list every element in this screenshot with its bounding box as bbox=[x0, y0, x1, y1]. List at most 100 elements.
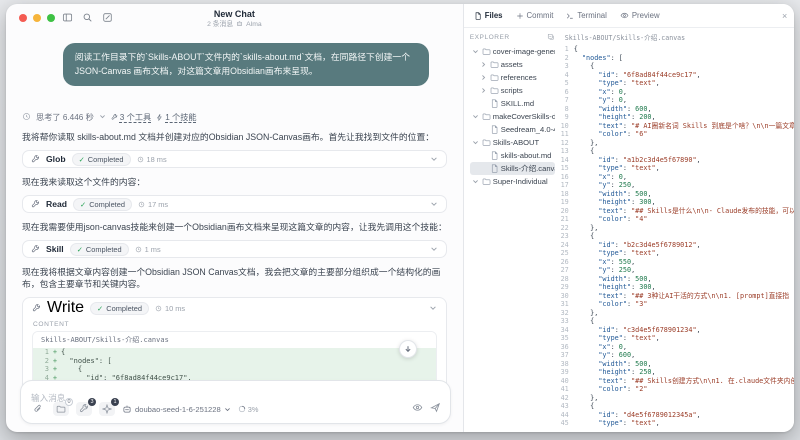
editor-line: 5 "type": "text", bbox=[564, 79, 660, 87]
files-icon bbox=[475, 11, 481, 20]
file-explorer: EXPLORER cover-image-generatorassetsrefe… bbox=[464, 28, 559, 432]
tree-folder-Super-Individual[interactable]: Super-Individual bbox=[470, 175, 555, 188]
folder-icon bbox=[482, 178, 491, 185]
message-composer[interactable]: 0 3 1 doubao-seed-1-6-251228 3% bbox=[20, 380, 451, 424]
close-panel-icon[interactable]: × bbox=[782, 11, 787, 21]
chevron-down-icon[interactable] bbox=[430, 245, 438, 253]
preview-eye-icon[interactable] bbox=[412, 400, 423, 418]
tab-preview[interactable]: Preview bbox=[620, 11, 660, 20]
editor-line: 27 "y": 250, bbox=[560, 266, 636, 274]
skills-button[interactable]: 1 bbox=[99, 398, 119, 416]
editor-line: 15 "type": "text", bbox=[560, 164, 660, 172]
tools-icon bbox=[80, 404, 88, 412]
editor-line: 38 "width": 500, bbox=[560, 359, 652, 368]
assistant-text: 现在我来读取这个文件的内容： bbox=[22, 177, 146, 187]
editor-line: 19 "height": 300, bbox=[560, 198, 656, 206]
editor-line: 31 "color": "3" bbox=[560, 300, 648, 308]
status-badge: ✓ Completed bbox=[73, 197, 132, 211]
tool-call-skill[interactable]: Skill ✓ Completed 1 ms bbox=[22, 240, 447, 258]
tool-duration: 17 ms bbox=[138, 200, 168, 209]
editor-line: 39 "height": 250, bbox=[560, 368, 656, 376]
status-badge: ✓ Completed bbox=[90, 301, 149, 315]
code-editor[interactable]: Skills-ABOUT/Skills-介绍.canvas 1{2 "nodes… bbox=[559, 28, 794, 432]
tools-count-badge: 3 bbox=[88, 398, 96, 406]
new-chat-icon[interactable] bbox=[102, 12, 113, 23]
terminal-icon bbox=[567, 13, 574, 19]
editor-line: 14 "id": "a1b2c3d4e5f67890", bbox=[560, 155, 701, 164]
tab-files[interactable]: Files bbox=[474, 11, 503, 20]
tree-folder-makeCoverSkills-docs[interactable]: makeCoverSkills-docs bbox=[470, 110, 555, 123]
tree-file-Skills-介绍.canvas[interactable]: Skills-介绍.canvas bbox=[469, 162, 555, 175]
editor-line: 13 { bbox=[560, 147, 595, 155]
tools-button[interactable]: 3 bbox=[76, 398, 96, 416]
close-window-button[interactable] bbox=[19, 14, 27, 22]
editor-line: 30 "text": "## 3种让AI干活的方式\n\n1. [prompt]… bbox=[560, 291, 790, 300]
assistant-text: 现在我将根据文章内容创建一个Obsidian JSON Canvas文档，我会把… bbox=[22, 267, 441, 289]
explorer-title: EXPLORER bbox=[469, 33, 510, 41]
chevron-down-icon[interactable] bbox=[430, 155, 438, 163]
chevron-down-icon bbox=[224, 407, 230, 411]
sparkle-icon bbox=[102, 404, 112, 414]
editor-line: 9 "height": 200, bbox=[564, 113, 656, 121]
collapse-all-icon[interactable] bbox=[547, 33, 555, 41]
folder-icon bbox=[490, 61, 499, 68]
check-icon: ✓ bbox=[80, 199, 87, 209]
model-selector[interactable]: doubao-seed-1-6-251228 bbox=[122, 404, 231, 414]
tab-commit[interactable]: Commit bbox=[516, 11, 553, 20]
file-icon bbox=[491, 99, 498, 108]
attach-icon[interactable] bbox=[30, 402, 46, 416]
tree-folder-cover-image-generator[interactable]: cover-image-generator bbox=[470, 45, 555, 58]
tree-file-SKILL.md[interactable]: SKILL.md bbox=[470, 97, 555, 110]
tree-folder-Skills-ABOUT[interactable]: Skills-ABOUT bbox=[470, 136, 555, 149]
chevron-down-icon[interactable] bbox=[430, 200, 438, 208]
tree-folder-references[interactable]: references bbox=[470, 71, 555, 84]
scroll-to-bottom-button[interactable] bbox=[398, 340, 417, 358]
editor-line: 12 }, bbox=[560, 138, 599, 147]
tools-used-link[interactable]: 3 个工具 bbox=[111, 111, 151, 123]
tree-file-skills-about.md[interactable]: skills-about.md bbox=[470, 149, 555, 162]
tree-folder-scripts[interactable]: scripts bbox=[470, 84, 555, 97]
clock-icon bbox=[138, 201, 145, 207]
folder-icon bbox=[482, 113, 491, 120]
thinking-summary[interactable]: 思考了 6.446 秒 3 个工具 1 个技能 bbox=[22, 111, 447, 123]
tool-call-glob[interactable]: Glob ✓ Completed 18 ms bbox=[22, 150, 447, 168]
minimize-window-button[interactable] bbox=[33, 14, 41, 22]
tool-duration: 18 ms bbox=[137, 155, 167, 164]
editor-line: 37 "y": 600, bbox=[560, 351, 636, 359]
editor-line: 7 "y": 0, bbox=[564, 96, 627, 104]
window-controls bbox=[19, 14, 55, 22]
editor-line: 4 "id": "6f8ad84f44ce9c17", bbox=[564, 70, 701, 79]
tool-duration: 10 ms bbox=[155, 304, 185, 313]
usage-percent: 3% bbox=[247, 404, 259, 414]
sidebar-toggle-icon[interactable] bbox=[62, 12, 73, 23]
workspace-folder-button[interactable]: 0 bbox=[53, 398, 73, 416]
zoom-window-button[interactable] bbox=[47, 14, 55, 22]
editor-line: 18 "width": 500, bbox=[560, 189, 652, 198]
send-icon[interactable] bbox=[429, 400, 441, 418]
tool-duration: 1 ms bbox=[135, 245, 161, 254]
editor-line: 36 "x": 0, bbox=[560, 342, 627, 351]
panel-tabbar: Files Commit Terminal Preview × bbox=[463, 4, 794, 28]
editor-line: 16 "x": 0, bbox=[560, 172, 627, 181]
workspace-panel: Files Commit Terminal Preview × EXPLORER… bbox=[462, 4, 794, 432]
diff-line: 3 + { bbox=[44, 365, 83, 374]
tool-name: Read bbox=[46, 199, 68, 209]
tool-call-read[interactable]: Read ✓ Completed 17 ms bbox=[22, 195, 447, 213]
editor-line: 45 "type": "text", bbox=[560, 419, 660, 427]
bot-icon bbox=[236, 20, 243, 30]
context-usage: 3% bbox=[238, 404, 259, 414]
skills-used-link[interactable]: 1 个技能 bbox=[156, 111, 197, 123]
chevron-down-icon[interactable] bbox=[429, 304, 437, 312]
folder-icon bbox=[490, 87, 499, 94]
editor-line: 23 { bbox=[560, 232, 595, 240]
chevron-down-icon bbox=[99, 113, 106, 122]
tree-file-Seedream_4.0-4.5_AP[interactable]: Seedream_4.0-4.5_AP bbox=[470, 123, 555, 136]
chat-subtitle: 2 条消息 Alma bbox=[207, 20, 262, 30]
agent-name: Alma bbox=[246, 20, 262, 28]
search-icon[interactable] bbox=[82, 12, 93, 23]
tool-icon bbox=[31, 199, 40, 209]
written-file-path: Skills-ABOUT/Skills-介绍.canvas bbox=[33, 332, 436, 348]
chat-title: New Chat bbox=[213, 8, 255, 19]
tab-terminal[interactable]: Terminal bbox=[566, 11, 607, 20]
tree-folder-assets[interactable]: assets bbox=[470, 58, 555, 71]
